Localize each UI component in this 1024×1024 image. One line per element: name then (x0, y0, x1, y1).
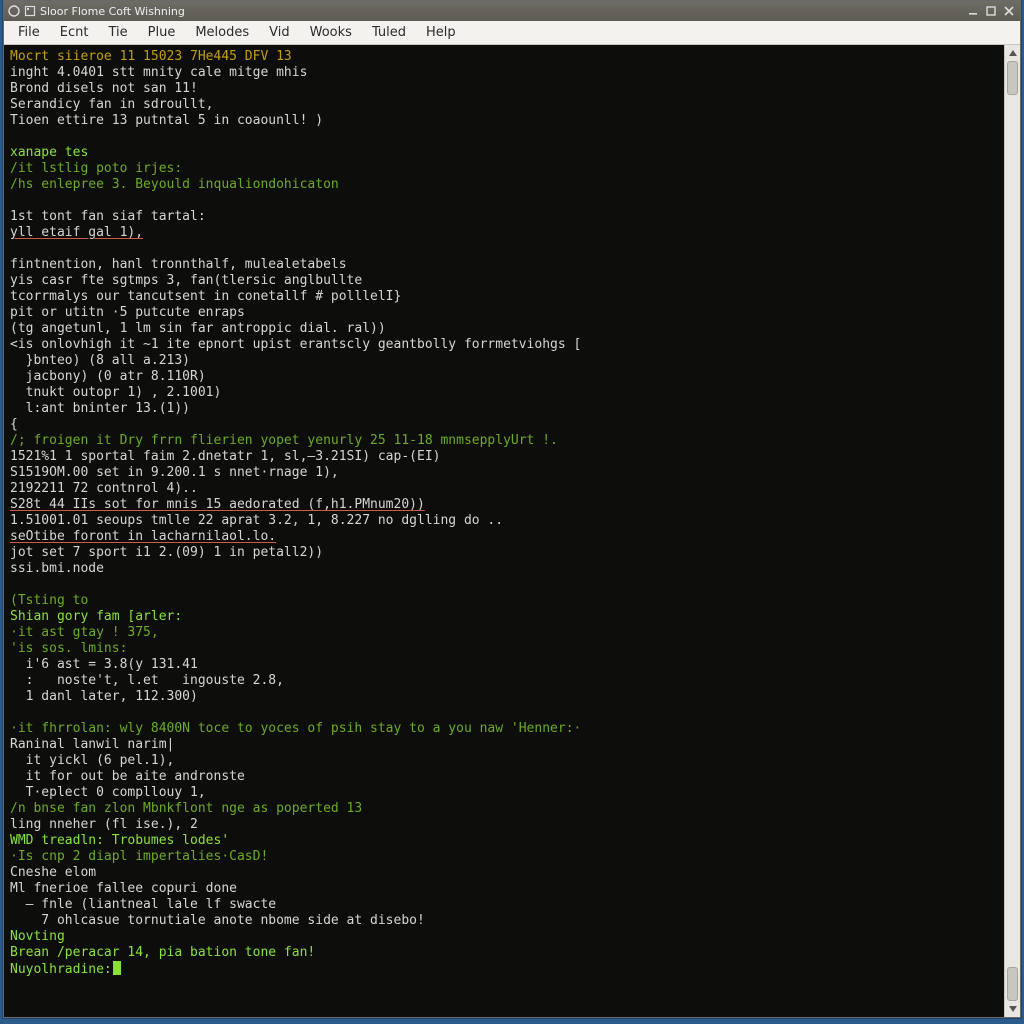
terminal-line: ·it fhrrolan: wly 8400N toce to yoces of… (10, 721, 998, 737)
terminal-line: it for out be aite andronste (10, 769, 998, 785)
terminal-line: Brean /peracar 14, pia bation tone fan! (10, 945, 998, 961)
vertical-scrollbar[interactable] (1004, 45, 1020, 1017)
terminal-line: — fnle (liantneal lale lf swacte (10, 897, 998, 913)
terminal-line: Raninal lanwil narim| (10, 737, 998, 753)
terminal-line: /it lstlig poto irjes: (10, 161, 998, 177)
titlebar[interactable]: Sloor Flome Coft Wishning (4, 1, 1020, 21)
terminal-line: : noste't, l.et ingouste 2.8, (10, 673, 998, 689)
scroll-thumb-bottom[interactable] (1007, 967, 1018, 1001)
terminal-line: 1.51001.01 seoups tmlle 22 aprat 3.2, 1,… (10, 513, 998, 529)
terminal-line: { (10, 417, 998, 433)
terminal-prompt[interactable]: Nuyolhradine: (10, 961, 998, 978)
terminal-line: jacbony) (0 atr 8.110R) (10, 369, 998, 385)
scroll-thumb-top[interactable] (1007, 61, 1018, 95)
menu-label: Plue (148, 25, 176, 40)
terminal-line: ·it ast gtay ! 375, (10, 625, 998, 641)
terminal-line: /hs enlepree 3. Beyould inqualiondohicat… (10, 177, 998, 193)
menu-help[interactable]: Help (416, 21, 466, 44)
terminal-line: 7 ohlcasue tornutiale anote nbome side a… (10, 913, 998, 929)
menu-wooks[interactable]: Wooks (300, 21, 362, 44)
terminal-line: /; froigen it Dry frrn flierien yopet ye… (10, 433, 998, 449)
menu-file[interactable]: File (8, 21, 50, 44)
terminal-line: fintnention, hanl tronnthalf, mulealetab… (10, 257, 998, 273)
scroll-up-button[interactable] (1005, 45, 1020, 61)
titlebar-left: Sloor Flome Coft Wishning (8, 5, 960, 18)
terminal-line (10, 705, 998, 721)
terminal-line: ssi.bmi.node (10, 561, 998, 577)
terminal-line: 'is sos. lmins: (10, 641, 998, 657)
terminal-line (10, 193, 998, 209)
terminal-line: S1519OM.00 set in 9.200.1 s nnet·rnage 1… (10, 465, 998, 481)
terminal-line (10, 129, 998, 145)
menubar: File Ecnt Tie Plue Melodes Vid Wooks Tul… (4, 21, 1020, 45)
terminal-line: Tioen ettire 13 putntal 5 in coaounll! ) (10, 113, 998, 129)
terminal-line: 1521%1 1 sportal faim 2.dnetatr 1, sl,—3… (10, 449, 998, 465)
terminal-line: /n bnse fan zlon Mbnkflont nge as popert… (10, 801, 998, 817)
menu-label: Help (426, 25, 456, 40)
menu-vid[interactable]: Vid (259, 21, 299, 44)
terminal-line: it yickl (6 pel.1), (10, 753, 998, 769)
app-icon (24, 5, 36, 17)
terminal-line: Novting (10, 929, 998, 945)
close-button[interactable] (1002, 4, 1016, 18)
terminal-line: i'6 ast = 3.8(y 131.41 (10, 657, 998, 673)
app-menu-icon[interactable] (8, 5, 20, 17)
terminal-line: l:ant bninter 13.(1)) (10, 401, 998, 417)
terminal-line: T·eplect 0 compllouy 1, (10, 785, 998, 801)
terminal-line (10, 241, 998, 257)
terminal-line: ling nneher (fl ise.), 2 (10, 817, 998, 833)
terminal-line: Shian gory fam [arler: (10, 609, 998, 625)
terminal-line: seOtibe foront in lacharnilaol.lo. (10, 529, 998, 545)
menu-plue[interactable]: Plue (138, 21, 186, 44)
minimize-button[interactable] (966, 4, 980, 18)
maximize-button[interactable] (984, 4, 998, 18)
terminal-line: Ml fnerioe fallee copuri done (10, 881, 998, 897)
terminal-line: (Tsting to (10, 593, 998, 609)
menu-label: Melodes (195, 25, 249, 40)
menu-melodes[interactable]: Melodes (185, 21, 259, 44)
terminal-line: (tg angetunl, 1 lm sin far antroppic dia… (10, 321, 998, 337)
terminal-line: <is onlovhigh it ~1 ite epnort upist era… (10, 337, 998, 353)
scroll-track[interactable] (1005, 61, 1020, 1001)
terminal-line: 1 danl later, 112.300) (10, 689, 998, 705)
terminal-line: S28t 44 IIs sot for mnis 15 aedorated (f… (10, 497, 998, 513)
menu-label: Tuled (372, 25, 406, 40)
terminal-line: }bnteo) (8 all a.213) (10, 353, 998, 369)
terminal-line: tcorrmalys our tancutsent in conetallf #… (10, 289, 998, 305)
menu-edit[interactable]: Ecnt (50, 21, 99, 44)
terminal-line: Cneshe elom (10, 865, 998, 881)
terminal-line: Serandicy fan in sdroullt, (10, 97, 998, 113)
window-title: Sloor Flome Coft Wishning (40, 5, 185, 18)
menu-tuled[interactable]: Tuled (362, 21, 416, 44)
menu-label: File (18, 25, 40, 40)
cursor (113, 961, 121, 975)
terminal-line: jot set 7 sport i1 2.(09) 1 in petall2)) (10, 545, 998, 561)
terminal-line: inght 4.0401 stt mnity cale mitge mhis (10, 65, 998, 81)
terminal-line: xanape tes (10, 145, 998, 161)
terminal-line: pit or utitn ·5 putcute enraps (10, 305, 998, 321)
menu-label: Vid (269, 25, 289, 40)
application-window: Sloor Flome Coft Wishning File Ecnt Tie … (3, 0, 1021, 1018)
terminal-line: WMD treadln: Trobumes lodes' (10, 833, 998, 849)
terminal-line: Mocrt siieroe 11 15023 7He445 DFV 13 (10, 49, 998, 65)
terminal-line: 1st tont fan siaf tartal: (10, 209, 998, 225)
menu-tie[interactable]: Tie (98, 21, 137, 44)
terminal-line: yis casr fte sgtmps 3, fan(tlersic anglb… (10, 273, 998, 289)
menu-label: Wooks (310, 25, 352, 40)
terminal-line (10, 577, 998, 593)
menu-label: Ecnt (60, 25, 89, 40)
titlebar-right (966, 4, 1016, 18)
desktop: Sloor Flome Coft Wishning File Ecnt Tie … (0, 0, 1024, 1024)
terminal-output[interactable]: Mocrt siieroe 11 15023 7He445 DFV 13ingh… (4, 45, 1004, 1017)
terminal-line: tnukt outopr 1) , 2.1001) (10, 385, 998, 401)
terminal-line: Brond disels not san 11! (10, 81, 998, 97)
terminal-area: Mocrt siieroe 11 15023 7He445 DFV 13ingh… (4, 45, 1020, 1017)
terminal-line: ·Is cnp 2 diapl impertalies·CasD! (10, 849, 998, 865)
menu-label: Tie (108, 25, 127, 40)
terminal-line: 2192211 72 contnrol 4).. (10, 481, 998, 497)
terminal-line: yll etaif gal 1), (10, 225, 998, 241)
scroll-down-button[interactable] (1005, 1001, 1020, 1017)
